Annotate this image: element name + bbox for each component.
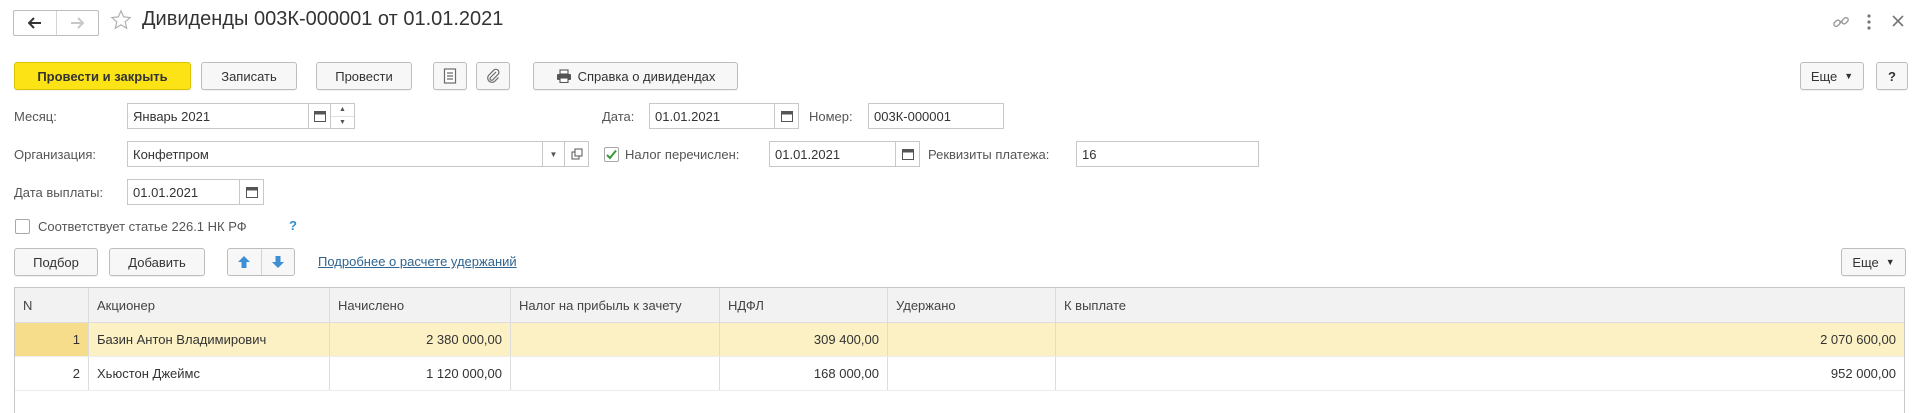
post-and-close-button[interactable]: Провести и закрыть — [14, 62, 191, 90]
stepper-down-icon[interactable]: ▼ — [331, 117, 354, 129]
column-header-profit-tax[interactable]: Налог на прибыль к зачету — [511, 288, 720, 322]
month-stepper[interactable]: ▲ ▼ — [331, 103, 355, 129]
report-list-button[interactable] — [433, 62, 467, 90]
column-header-accrued[interactable]: Начислено — [330, 288, 511, 322]
month-input[interactable]: Январь 2021 — [127, 103, 309, 129]
cell-shareholder: Хьюстон Джеймс — [89, 357, 330, 390]
stepper-up-icon[interactable]: ▲ — [331, 104, 354, 117]
cell-profit-tax — [511, 357, 720, 390]
move-buttons — [227, 248, 295, 276]
article-226-label: Соответствует статье 226.1 НК РФ — [38, 219, 247, 234]
arrow-up-icon — [238, 256, 251, 268]
table-more-label: Еще — [1852, 254, 1879, 270]
column-header-n[interactable]: N — [15, 288, 89, 322]
arrow-left-icon — [27, 17, 41, 29]
help-button[interactable]: ? — [1876, 62, 1908, 90]
arrow-right-icon — [71, 17, 85, 29]
chevron-down-icon: ▼ — [1885, 257, 1895, 267]
favorite-star-icon[interactable] — [110, 9, 132, 34]
dividend-report-label: Справка о дивидендах — [577, 68, 716, 84]
calendar-icon — [901, 149, 914, 160]
move-up-button[interactable] — [228, 249, 262, 275]
save-button[interactable]: Записать — [201, 62, 297, 90]
more-vertical-icon[interactable] — [1866, 13, 1872, 34]
number-label: Номер: — [809, 109, 853, 124]
shareholders-table: N Акционер Начислено Налог на прибыль к … — [14, 287, 1905, 413]
more-button-label: Еще — [1810, 68, 1838, 84]
organization-input[interactable]: Конфетпром — [127, 141, 543, 167]
column-header-shareholder[interactable]: Акционер — [89, 288, 330, 322]
cell-n: 2 — [15, 357, 89, 390]
organization-label: Организация: — [14, 147, 97, 162]
arrow-down-icon — [271, 256, 284, 268]
organization-open-button[interactable] — [565, 141, 589, 167]
date-label: Дата: — [602, 109, 635, 124]
calendar-icon — [313, 111, 326, 122]
chevron-down-icon: ▼ — [549, 149, 558, 159]
table-row[interactable]: 2 Хьюстон Джеймс 1 120 000,00 168 000,00… — [15, 357, 1904, 391]
page-title: Дивиденды 003К-000001 от 01.01.2021 — [142, 8, 504, 30]
post-button[interactable]: Провести — [316, 62, 412, 90]
tax-paid-label: Налог перечислен: — [625, 147, 740, 162]
back-button[interactable] — [14, 11, 56, 35]
payment-details-input[interactable]: 16 — [1076, 141, 1259, 167]
cell-accrued: 2 380 000,00 — [330, 323, 511, 356]
cell-ndfl: 309 400,00 — [720, 323, 888, 356]
navigation-buttons — [13, 10, 99, 36]
column-header-ndfl[interactable]: НДФЛ — [720, 288, 888, 322]
pay-date-calendar-button[interactable] — [240, 179, 264, 205]
cell-to-pay: 2 070 600,00 — [1820, 332, 1896, 347]
attach-file-button[interactable] — [476, 62, 510, 90]
cell-accrued: 1 120 000,00 — [330, 357, 511, 390]
payment-details-label: Реквизиты платежа: — [928, 147, 1050, 162]
chevron-down-icon: ▼ — [1844, 71, 1854, 81]
article-226-help-icon[interactable]: ? — [289, 218, 297, 233]
open-window-icon — [571, 148, 582, 160]
printer-icon — [556, 69, 571, 83]
number-input[interactable]: 003К-000001 — [868, 103, 1004, 129]
tax-paid-calendar-button[interactable] — [896, 141, 920, 167]
calculation-details-link[interactable]: Подробнее о расчете удержаний — [318, 254, 517, 269]
cell-withheld — [888, 323, 1056, 356]
cell-to-pay: 952 000,00 — [1830, 366, 1896, 381]
table-row[interactable]: 1 Базин Антон Владимирович 2 380 000,00 … — [15, 323, 1904, 357]
article-226-checkbox[interactable] — [15, 219, 30, 234]
dividend-report-button[interactable]: Справка о дивидендах — [533, 62, 738, 90]
close-icon[interactable] — [1890, 13, 1906, 32]
organization-dropdown-button[interactable]: ▼ — [543, 141, 565, 167]
forward-button[interactable] — [55, 11, 99, 35]
month-calendar-button[interactable] — [309, 103, 331, 129]
column-header-to-pay[interactable]: К выплате — [1056, 288, 1904, 322]
tax-paid-date-input[interactable]: 01.01.2021 — [769, 141, 896, 167]
more-button[interactable]: Еще ▼ — [1800, 62, 1864, 90]
cell-ndfl: 168 000,00 — [720, 357, 888, 390]
column-header-withheld[interactable]: Удержано — [888, 288, 1056, 322]
month-label: Месяц: — [14, 109, 57, 124]
document-list-icon — [443, 68, 457, 84]
cell-n: 1 — [15, 323, 89, 356]
date-calendar-button[interactable] — [775, 103, 799, 129]
pay-date-label: Дата выплаты: — [14, 185, 104, 200]
date-input[interactable]: 01.01.2021 — [649, 103, 775, 129]
cell-shareholder: Базин Антон Владимирович — [89, 323, 330, 356]
select-button[interactable]: Подбор — [14, 248, 98, 276]
tax-paid-checkbox[interactable] — [604, 147, 619, 162]
calendar-icon — [780, 111, 793, 122]
checkmark-icon — [606, 149, 617, 160]
cell-withheld — [888, 357, 1056, 390]
calendar-icon — [245, 187, 258, 198]
table-header: N Акционер Начислено Налог на прибыль к … — [15, 288, 1904, 323]
pay-date-input[interactable]: 01.01.2021 — [127, 179, 240, 205]
add-row-button[interactable]: Добавить — [109, 248, 205, 276]
cell-profit-tax — [511, 323, 720, 356]
paperclip-icon — [487, 68, 500, 83]
link-icon[interactable] — [1832, 13, 1850, 34]
move-down-button[interactable] — [262, 249, 295, 275]
table-more-button[interactable]: Еще ▼ — [1841, 248, 1906, 276]
